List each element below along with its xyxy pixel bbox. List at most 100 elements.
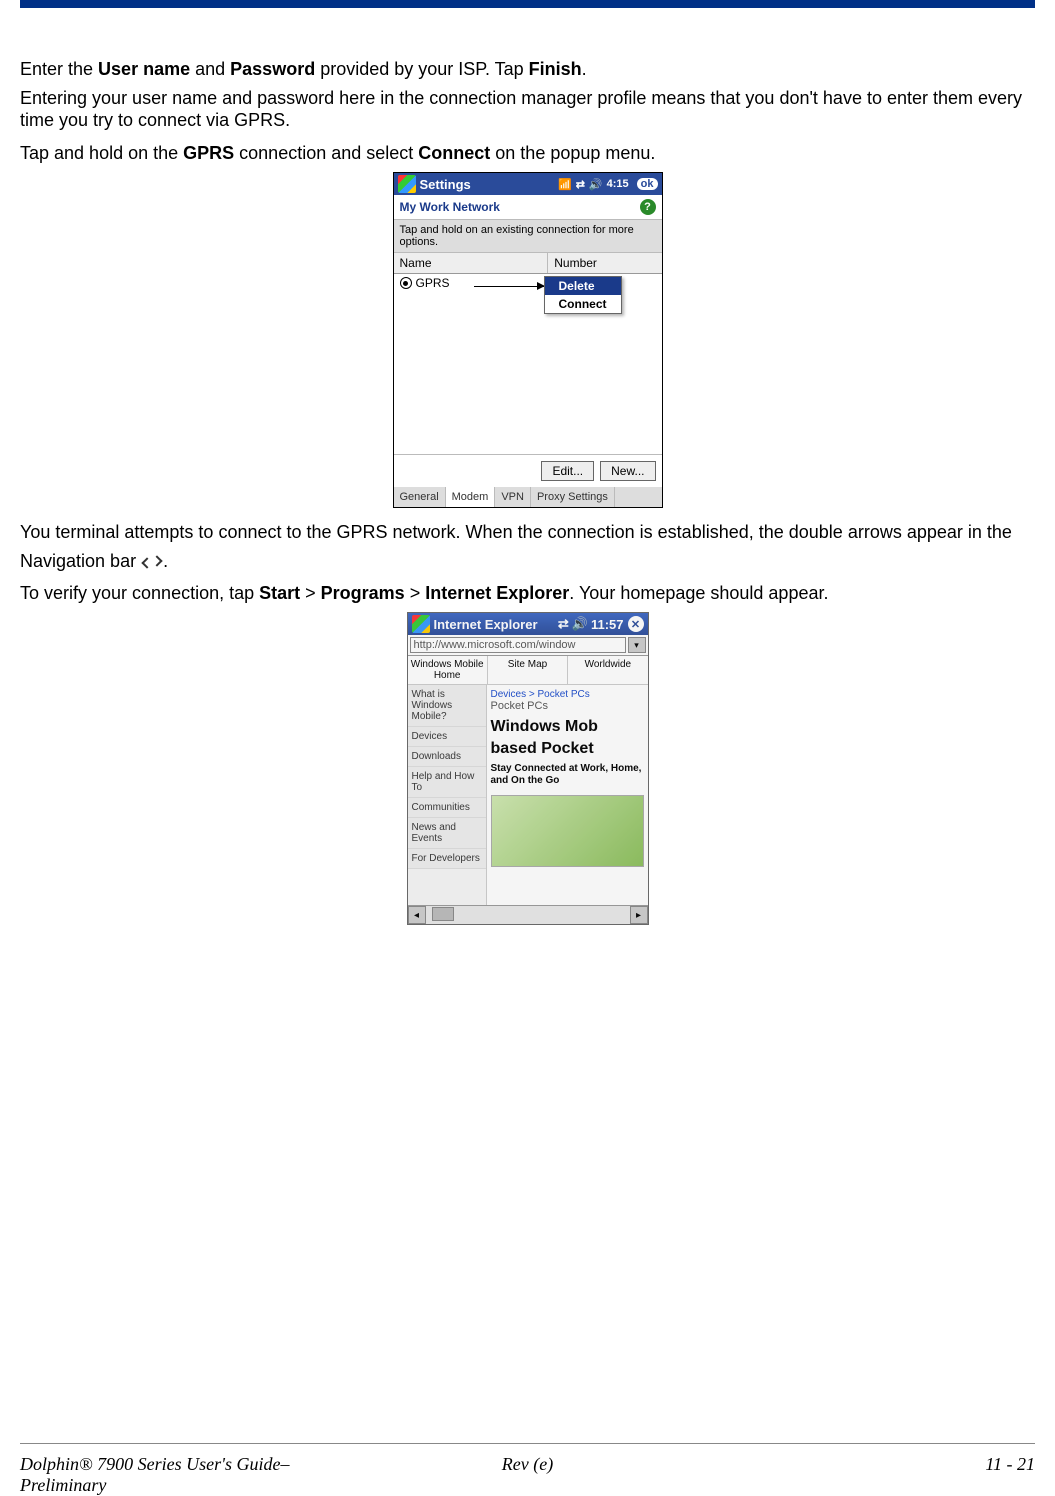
text: Enter the: [20, 59, 98, 79]
edit-button[interactable]: Edit...: [541, 461, 594, 481]
device-ie-window: Internet Explorer ⇄ 🔊 11:57 ✕ ▾ Windows …: [407, 612, 649, 925]
double-arrow-icon: [143, 555, 161, 569]
volume-icon: 🔊: [572, 616, 588, 632]
text: Tap and hold on the: [20, 143, 183, 163]
ok-button[interactable]: ok: [637, 178, 658, 190]
tab-general[interactable]: General: [394, 487, 446, 507]
address-bar: ▾: [408, 635, 648, 656]
document-body: Enter the User name and Password provide…: [0, 8, 1055, 925]
scroll-thumb[interactable]: [432, 907, 454, 921]
hero-image: [491, 795, 644, 867]
clock-text: 11:57: [591, 617, 624, 632]
text: You terminal attempts to connect to the …: [20, 522, 1012, 571]
text: .: [582, 59, 587, 79]
side-item[interactable]: News and Events: [408, 818, 486, 849]
volume-icon: 🔊: [589, 178, 603, 191]
menu-item-delete[interactable]: Delete: [545, 277, 621, 295]
close-icon[interactable]: ✕: [628, 616, 644, 632]
scroll-track[interactable]: [426, 906, 630, 924]
windows-flag-icon: [398, 175, 416, 193]
row-label: GPRS: [416, 276, 450, 290]
side-item[interactable]: For Developers: [408, 849, 486, 869]
footer-left: Dolphin® 7900 Series User's Guide– Preli…: [20, 1454, 358, 1496]
side-item[interactable]: What is Windows Mobile?: [408, 685, 486, 727]
breadcrumb[interactable]: Devices > Pocket PCs: [487, 685, 648, 700]
nav-link[interactable]: Windows Mobile Home: [408, 656, 487, 684]
main-content: Devices > Pocket PCs Pocket PCs Windows …: [487, 685, 648, 905]
bold-text: Connect: [418, 143, 490, 163]
instruction-paragraph-3: Tap and hold on the GPRS connection and …: [20, 142, 1035, 165]
connectivity-icon: ⇄: [558, 616, 569, 632]
page-heading: Windows Mob: [487, 716, 648, 738]
footer-revision: Rev (e): [358, 1454, 696, 1496]
text: connection and select: [234, 143, 418, 163]
callout-arrow-icon: [474, 286, 544, 287]
bold-text: Programs: [321, 583, 405, 603]
windows-flag-icon: [412, 615, 430, 633]
scroll-left-icon[interactable]: ◂: [408, 906, 426, 924]
help-icon[interactable]: ?: [640, 199, 656, 215]
side-item[interactable]: Downloads: [408, 747, 486, 767]
signal-icon: 📶: [558, 178, 572, 191]
column-header-name: Name: [394, 253, 549, 273]
bold-text: GPRS: [183, 143, 234, 163]
bold-text: Finish: [529, 59, 582, 79]
text: >: [300, 583, 321, 603]
window-title: Settings: [420, 177, 471, 192]
column-header-number: Number: [548, 253, 661, 273]
titlebar: Internet Explorer ⇄ 🔊 11:57 ✕: [408, 613, 648, 635]
bold-text: User name: [98, 59, 190, 79]
new-button[interactable]: New...: [600, 461, 655, 481]
subtitle-bar: My Work Network ?: [394, 195, 662, 219]
page-top-nav: Windows Mobile Home Site Map Worldwide: [408, 656, 648, 685]
tab-modem[interactable]: Modem: [446, 487, 496, 507]
instruction-paragraph-1: Enter the User name and Password provide…: [20, 58, 1035, 81]
connection-list: GPRS Delete Connect: [394, 274, 662, 455]
figure-ie-screenshot: Internet Explorer ⇄ 🔊 11:57 ✕ ▾ Windows …: [20, 612, 1035, 925]
bold-text: Start: [259, 583, 300, 603]
text: To verify your connection, tap: [20, 583, 259, 603]
figure-settings-screenshot: Settings 📶 ⇄ 🔊 4:15 ok My Work Network ?…: [20, 172, 1035, 508]
hint-text: Tap and hold on an existing connection f…: [394, 219, 662, 253]
tab-vpn[interactable]: VPN: [495, 487, 531, 507]
dropdown-icon[interactable]: ▾: [628, 637, 646, 653]
titlebar: Settings 📶 ⇄ 🔊 4:15 ok: [394, 173, 662, 195]
instruction-paragraph-4: You terminal attempts to connect to the …: [20, 518, 1035, 576]
bold-text: Internet Explorer: [425, 583, 569, 603]
nav-link[interactable]: Site Map: [487, 656, 567, 684]
side-item[interactable]: Devices: [408, 727, 486, 747]
table-header: Name Number: [394, 253, 662, 274]
side-item[interactable]: Communities: [408, 798, 486, 818]
subtitle-text: My Work Network: [400, 200, 500, 214]
clock-text: 4:15: [607, 178, 629, 190]
instruction-paragraph-2: Entering your user name and password her…: [20, 87, 1035, 132]
footer-title: Dolphin® 7900 Series User's Guide–: [20, 1454, 290, 1474]
footer-divider: [20, 1443, 1035, 1444]
page-body: What is Windows Mobile? Devices Download…: [408, 685, 648, 905]
tab-proxy[interactable]: Proxy Settings: [531, 487, 615, 507]
text: on the popup menu.: [490, 143, 655, 163]
tagline: Stay Connected at Work, Home, and On the…: [487, 759, 648, 791]
radio-icon: [400, 277, 412, 289]
menu-item-connect[interactable]: Connect: [545, 295, 621, 313]
context-menu: Delete Connect: [544, 276, 622, 314]
bold-text: Password: [230, 59, 315, 79]
device-settings-window: Settings 📶 ⇄ 🔊 4:15 ok My Work Network ?…: [393, 172, 663, 508]
side-menu: What is Windows Mobile? Devices Download…: [408, 685, 487, 905]
sub-heading: Pocket PCs: [487, 700, 648, 716]
footer-page-number: 11 - 21: [697, 1454, 1035, 1496]
text: and: [190, 59, 230, 79]
tab-bar: General Modem VPN Proxy Settings: [394, 487, 662, 507]
horizontal-scrollbar[interactable]: ◂ ▸: [408, 905, 648, 924]
scroll-right-icon[interactable]: ▸: [630, 906, 648, 924]
window-title: Internet Explorer: [434, 617, 538, 632]
footer-subtitle: Preliminary: [20, 1475, 106, 1495]
text: provided by your ISP. Tap: [315, 59, 528, 79]
text: . Your homepage should appear.: [569, 583, 828, 603]
text: >: [405, 583, 426, 603]
connectivity-icon: ⇄: [576, 178, 585, 191]
side-item[interactable]: Help and How To: [408, 767, 486, 798]
url-input[interactable]: [410, 637, 626, 653]
page-heading: based Pocket: [487, 738, 648, 760]
nav-link[interactable]: Worldwide: [567, 656, 647, 684]
